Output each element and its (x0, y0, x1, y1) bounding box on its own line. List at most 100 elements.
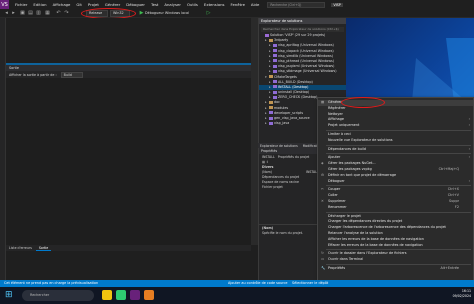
properties-object-name: INSTALL (262, 155, 275, 159)
tree-item-label: doc (274, 100, 280, 105)
context-menu-item[interactable]: Renommer F2 (318, 205, 473, 211)
windows-start-icon[interactable]: ⊞ (5, 290, 15, 300)
menu-item-label: Coller (328, 193, 338, 198)
project-icon (273, 43, 277, 47)
tree-item-label: visp_stbimage (Universal Windows) (278, 69, 337, 74)
menu-separator (326, 185, 471, 187)
submenu-arrow-icon: › (468, 146, 470, 151)
menu-test[interactable]: Test (151, 2, 158, 7)
menu-item-label: Ouvrir dans Terminal (328, 257, 364, 262)
save-icon[interactable]: ▥ (36, 11, 41, 16)
tree-item-label: developer_scripts (274, 110, 304, 115)
output-pane: Sortie Afficher la sortie à partir de : … (6, 63, 251, 245)
menu-separator (326, 264, 471, 265)
splitter[interactable] (251, 18, 258, 245)
project-icon (269, 121, 273, 125)
browser-icon[interactable] (116, 290, 126, 300)
menu-item-label: Décharger le projet (328, 213, 361, 218)
menu-separator (326, 153, 471, 155)
context-menu-item[interactable]: 🔧 Propriétés Alt+Entrée (318, 266, 473, 272)
menu-affichage[interactable]: Affichage (53, 2, 71, 7)
start-debug-icon[interactable]: ▶ (139, 11, 144, 16)
menu-item-icon: ▭ (321, 257, 325, 262)
menu-git[interactable]: Git (76, 2, 82, 7)
context-menu: ▦ Générer Régénérer Nettoyer Affichage › Proje… (317, 97, 474, 304)
menu-item-label: Couper (328, 187, 341, 192)
forward-icon[interactable]: ▸ (11, 11, 16, 16)
context-menu-item[interactable]: ▭ Ouvrir dans Terminal (318, 257, 473, 263)
toolbar (0, 9, 474, 18)
tree-item-label: INSTALL (Desktop) (278, 84, 309, 89)
open-icon[interactable]: ▤ (28, 11, 33, 16)
app-taskbar-icon[interactable] (144, 290, 154, 300)
back-icon[interactable]: ◂ (4, 11, 9, 16)
project-icon (273, 85, 277, 89)
solution-badge: VISP (331, 2, 343, 7)
menu-fenetre[interactable]: Fenêtre (231, 2, 245, 7)
menu-item-label: Gérer les packages NuGet... (328, 161, 376, 166)
menu-item-label: Limiter à ceci (328, 132, 351, 136)
redo-icon[interactable]: ↷ (64, 11, 69, 16)
bottom-tab-strip: Liste d'erreurs Sortie (6, 245, 251, 251)
start-without-debug-icon[interactable]: ▷ (206, 11, 211, 16)
solution-explorer-title: Explorateur de solutions (259, 18, 346, 24)
solution-search-input[interactable]: Rechercher dans Explorateur de solutions… (261, 27, 344, 32)
menu-item-label: Régénérer (328, 105, 346, 110)
file-explorer-icon[interactable] (102, 290, 112, 300)
output-source-dropdown[interactable]: Build (60, 71, 83, 78)
property-name: Fichier projet (262, 185, 283, 189)
context-menu-item[interactable]: Déboguer › (318, 179, 473, 185)
menu-deboguer[interactable]: Déboguer (126, 2, 145, 7)
status-bar: Cet élément ne prend pas en charge la pr… (0, 280, 474, 287)
menu-item-icon: 🔧 (321, 266, 326, 270)
menu-analyser[interactable]: Analyser (164, 2, 181, 7)
menu-separator (326, 249, 471, 251)
visual-studio-logo-icon: VS (0, 0, 9, 9)
menu-separator (326, 211, 471, 213)
status-message: Cet élément ne prend pas en charge la pr… (4, 281, 99, 285)
source-control-button[interactable]: Ajouter au contrôle de code source (228, 280, 287, 287)
editor-area (6, 18, 251, 63)
menu-item-label: Définir en tant que projet de démarrage (328, 172, 397, 177)
tree-item-label: CMakeTargets (274, 74, 297, 79)
search-input[interactable]: Recherche (Ctrl+Q) (267, 1, 326, 8)
repo-button[interactable]: Sélectionner le dépôt (292, 280, 328, 287)
tab-error-list[interactable]: Liste d'erreurs (6, 246, 35, 250)
start-debug-button[interactable]: Débogueur Windows local (145, 11, 189, 15)
properties-object-type: Propriétés du projet (277, 155, 310, 159)
folder-icon (269, 75, 273, 78)
taskbar-clock[interactable]: 16:11 09/02/2024 (453, 289, 471, 299)
save-all-icon[interactable]: ▦ (45, 11, 50, 16)
tree-item-label: ALL_BUILD (Desktop) (278, 79, 313, 84)
menu-fichier[interactable]: Fichier (15, 2, 27, 7)
menu-outils[interactable]: Outils (187, 2, 198, 7)
clock-date: 09/02/2024 (452, 294, 471, 298)
menu-aide[interactable]: Aide (251, 2, 259, 7)
solution-icon (265, 33, 269, 37)
menu-generer[interactable]: Générer (105, 2, 120, 7)
context-menu-item[interactable]: Dépendances de build › (318, 147, 473, 153)
tree-item-label: visp_simdlib (Universal Windows) (278, 53, 333, 58)
output-source-label: Afficher la sortie à partir de : (9, 72, 57, 77)
menu-item-label: Charger les dépendances directes du proj… (328, 219, 403, 224)
tree-item-label: visp_apriltag (Universal Windows) (278, 43, 334, 48)
tab-output[interactable]: Sortie (35, 246, 52, 251)
context-menu-item[interactable]: Projet uniquement › (318, 123, 473, 129)
menu-item-label: Afficher les erreurs de la base de donné… (328, 236, 424, 241)
project-icon (273, 59, 277, 63)
taskbar-search[interactable]: Rechercher (22, 290, 94, 301)
project-icon (273, 49, 277, 53)
tree-item-label: ZERO_CHECK (Desktop) (278, 95, 318, 100)
menu-projet[interactable]: Projet (88, 2, 99, 7)
project-icon (273, 69, 277, 73)
menu-edition[interactable]: Edition (33, 2, 46, 7)
menu-extensions[interactable]: Extensions (204, 2, 225, 7)
context-menu-item[interactable]: Nouvelle vue Explorateur de solutions (318, 138, 473, 144)
menu-item-label: Gérer les packages vcpkg (328, 167, 372, 171)
undo-icon[interactable]: ↶ (56, 11, 61, 16)
new-item-icon[interactable]: ▣ (20, 11, 25, 16)
context-menu-item[interactable]: Effacer les erreurs de la base de donnée… (318, 243, 473, 249)
folder-icon (269, 100, 273, 104)
visual-studio-taskbar-icon[interactable] (130, 290, 140, 300)
menu-item-label: Effacer les erreurs de la base de donnée… (328, 242, 423, 247)
